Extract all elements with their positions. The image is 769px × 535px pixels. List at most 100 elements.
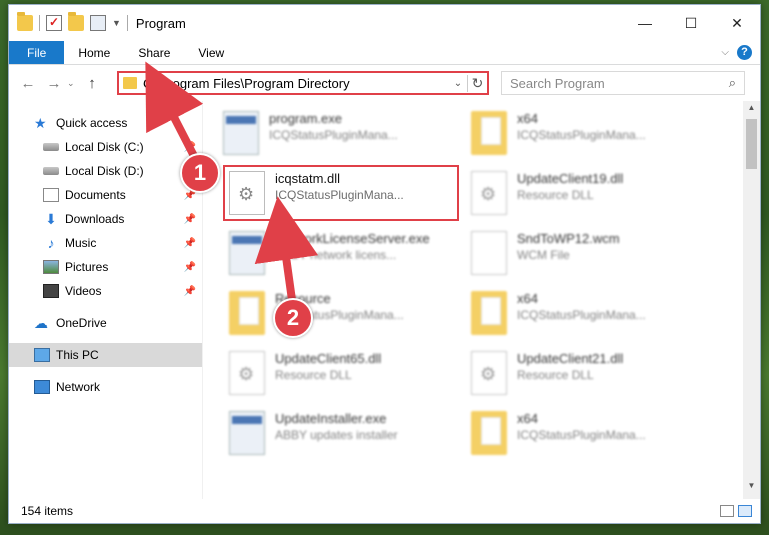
search-box[interactable]: ⌕ (501, 71, 745, 95)
explorer-window: ✓ ▼ Program — ☐ ✕ File Home Share View ⌵… (8, 4, 761, 524)
pin-icon[interactable]: 📌 (184, 214, 196, 225)
address-bar[interactable]: C:\Program Files\Program Directory ⌄ ↻ (117, 71, 489, 95)
file-item[interactable]: NetworkLicenseServer.exe ABBY network lic… (229, 225, 469, 281)
forward-arrow-icon[interactable]: → (41, 75, 67, 92)
tab-share[interactable]: Share (124, 41, 184, 64)
search-input[interactable] (510, 75, 710, 91)
file-item[interactable]: x64 ICQStatusPluginMana... (471, 105, 711, 161)
file-item[interactable]: SndToWP12.wcm WCM File (471, 225, 711, 281)
file-name: x64 (517, 411, 538, 426)
file-name: UpdateClient19.dll (517, 171, 624, 186)
properties-check-icon[interactable]: ✓ (46, 15, 62, 31)
pin-icon[interactable]: 📌 (184, 262, 196, 273)
chevron-down-icon[interactable]: ▼ (112, 18, 121, 28)
file-desc: ABBY network licens... (275, 248, 397, 262)
folder-icon (17, 12, 33, 31)
file-item[interactable]: UpdateClient19.dll Resource DLL (471, 165, 711, 221)
file-item[interactable]: Resource ICQStatusPluginMana... (229, 285, 469, 341)
folder-icon (471, 291, 507, 335)
exe-icon (229, 411, 265, 455)
maximize-button[interactable]: ☐ (668, 5, 714, 41)
cloud-icon: ☁ (34, 314, 48, 331)
sidebar-item-this-pc[interactable]: This PC (9, 343, 202, 367)
computer-icon (34, 348, 50, 362)
sidebar-item-local-disk-c[interactable]: Local Disk (C:) 📌 (9, 135, 202, 159)
file-desc: ICQStatusPluginMana... (269, 128, 398, 142)
view-options-icon[interactable] (90, 15, 106, 31)
new-folder-icon[interactable] (68, 12, 84, 31)
callout-badge-1: 1 (180, 153, 220, 193)
address-path[interactable]: C:\Program Files\Program Directory (143, 76, 449, 91)
details-view-icon[interactable] (720, 505, 734, 517)
status-bar: 154 items (9, 499, 760, 523)
sidebar-item-label: Documents (65, 188, 126, 202)
vertical-scrollbar[interactable]: ▲ ▼ (743, 101, 760, 499)
tab-file[interactable]: File (9, 41, 65, 64)
window-title: Program (135, 15, 186, 31)
refresh-icon[interactable]: ↻ (467, 74, 487, 92)
chevron-down-icon[interactable]: ⌄ (449, 78, 467, 89)
pin-icon[interactable]: 📌 (184, 142, 196, 153)
callout-badge-2: 2 (273, 298, 313, 338)
recent-chevron-icon[interactable]: ⌄ (67, 78, 79, 89)
file-name: SndToWP12.wcm (517, 231, 620, 246)
file-desc: ABBY updates installer (275, 428, 398, 442)
help-icon[interactable]: ? (737, 45, 752, 60)
sidebar-item-local-disk-d[interactable]: Local Disk (D:) (9, 159, 202, 183)
sidebar-item-onedrive[interactable]: ☁ OneDrive (9, 311, 202, 335)
window-controls: — ☐ ✕ (622, 5, 760, 41)
sidebar-item-label: OneDrive (56, 316, 107, 330)
tiles-view-icon[interactable] (738, 505, 752, 517)
address-row: ← → ⌄ ↑ C:\Program Files\Program Directo… (9, 65, 760, 101)
up-arrow-icon[interactable]: ↑ (79, 75, 105, 92)
file-name: program.exe (269, 111, 342, 126)
file-desc: ICQStatusPluginMana... (517, 428, 646, 442)
tab-home[interactable]: Home (64, 41, 124, 64)
scroll-up-icon[interactable]: ▲ (743, 103, 760, 119)
sidebar-item-downloads[interactable]: ⬇ Downloads 📌 (9, 207, 202, 231)
folder-icon (229, 291, 265, 335)
navigation-pane: ★ Quick access Local Disk (C:) 📌 Local D… (9, 101, 203, 499)
minimize-button[interactable]: — (622, 5, 668, 41)
quick-access-toolbar: ✓ ▼ (17, 12, 128, 31)
pin-icon[interactable]: 📌 (184, 238, 196, 249)
file-icon (471, 231, 507, 275)
file-desc: Resource DLL (517, 188, 594, 202)
back-arrow-icon[interactable]: ← (15, 75, 41, 92)
file-item[interactable]: x64 ICQStatusPluginMana... (471, 405, 711, 461)
file-item[interactable]: UpdateClient65.dll Resource DLL (229, 345, 469, 401)
sidebar-item-pictures[interactable]: Pictures 📌 (9, 255, 202, 279)
ribbon-tabs: File Home Share View ⌵ ? (9, 41, 760, 65)
scroll-thumb[interactable] (746, 119, 757, 169)
file-item[interactable]: UpdateClient21.dll Resource DLL (471, 345, 711, 401)
title-bar: ✓ ▼ Program — ☐ ✕ (9, 5, 760, 41)
search-icon[interactable]: ⌕ (729, 75, 736, 91)
sidebar-item-documents[interactable]: Documents 📌 (9, 183, 202, 207)
file-item[interactable]: UpdateInstaller.exe ABBY updates installe… (229, 405, 469, 461)
pin-icon[interactable]: 📌 (184, 286, 196, 297)
file-item[interactable]: x64 ICQStatusPluginMana... (471, 285, 711, 341)
item-count: 154 items (21, 504, 74, 518)
sidebar-item-label: Videos (65, 284, 102, 298)
file-name: UpdateInstaller.exe (275, 411, 387, 426)
file-desc: Resource DLL (517, 368, 594, 382)
sidebar-item-quick-access[interactable]: ★ Quick access (9, 111, 202, 135)
file-desc: Resource DLL (275, 368, 352, 382)
expand-ribbon-icon[interactable]: ⌵ (721, 47, 729, 58)
sidebar-item-music[interactable]: ♪ Music 📌 (9, 231, 202, 255)
file-item[interactable]: program.exe ICQStatusPluginMana... (223, 105, 463, 161)
drive-icon (43, 167, 59, 175)
sidebar-item-label: Quick access (56, 116, 128, 130)
sidebar-item-network[interactable]: Network (9, 375, 202, 399)
divider (126, 15, 128, 31)
tab-view[interactable]: View (184, 41, 238, 64)
close-button[interactable]: ✕ (714, 5, 760, 41)
view-switcher (720, 505, 752, 517)
scroll-down-icon[interactable]: ▼ (743, 481, 760, 497)
sidebar-item-label: Local Disk (D:) (65, 164, 144, 178)
sidebar-item-label: Downloads (65, 212, 125, 226)
file-name: UpdateClient21.dll (517, 351, 624, 366)
sidebar-item-label: Local Disk (C:) (65, 140, 144, 154)
exe-icon (223, 111, 259, 155)
sidebar-item-videos[interactable]: Videos 📌 (9, 279, 202, 303)
